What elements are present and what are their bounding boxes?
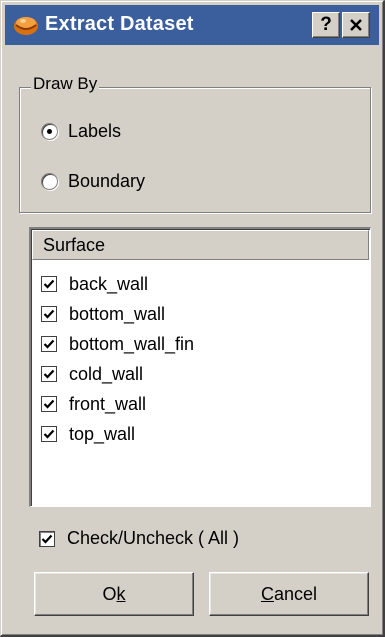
cancel-button[interactable]: Cancel bbox=[209, 572, 369, 616]
list-item[interactable]: front_wall bbox=[41, 389, 194, 419]
radio-boundary-label: Boundary bbox=[68, 171, 146, 191]
ok-button[interactable]: Ok bbox=[34, 572, 194, 616]
item-checkbox[interactable] bbox=[41, 426, 57, 442]
item-label: bottom_wall_fin bbox=[69, 333, 195, 354]
item-label: back_wall bbox=[69, 273, 149, 294]
checkmark-icon bbox=[43, 429, 55, 439]
item-checkbox[interactable] bbox=[41, 306, 57, 322]
title-bar[interactable]: Extract Dataset ? bbox=[5, 5, 379, 45]
question-mark-icon: ? bbox=[320, 14, 332, 35]
close-button[interactable] bbox=[342, 12, 370, 38]
item-checkbox[interactable] bbox=[41, 396, 57, 412]
radio-labels[interactable]: Labels bbox=[41, 121, 121, 142]
checkmark-icon bbox=[43, 279, 55, 289]
checkmark-icon bbox=[43, 309, 55, 319]
radio-button-checked[interactable] bbox=[41, 123, 58, 140]
radio-button-unchecked[interactable] bbox=[41, 173, 58, 190]
surface-items: back_wall bottom_wall bottom_wall_fin co… bbox=[41, 269, 194, 449]
checkmark-icon bbox=[41, 534, 53, 544]
cancel-label: Cancel bbox=[260, 584, 318, 604]
item-label: top_wall bbox=[69, 423, 136, 444]
checkmark-icon bbox=[43, 369, 55, 379]
list-item[interactable]: top_wall bbox=[41, 419, 194, 449]
app-icon bbox=[13, 13, 39, 37]
list-item[interactable]: bottom_wall bbox=[41, 299, 194, 329]
surface-listbox[interactable]: Surface back_wall bottom_wall bottom_wal… bbox=[29, 227, 371, 507]
item-label: front_wall bbox=[69, 393, 147, 414]
list-item[interactable]: cold_wall bbox=[41, 359, 194, 389]
radio-labels-label: Labels bbox=[68, 121, 122, 141]
ok-label: Ok bbox=[102, 584, 126, 604]
help-button[interactable]: ? bbox=[312, 12, 340, 38]
check-all-toggle[interactable]: Check/Uncheck ( All ) bbox=[39, 528, 239, 549]
check-all-label: Check/Uncheck ( All ) bbox=[67, 528, 240, 548]
draw-by-legend: Draw By bbox=[31, 74, 100, 94]
close-icon bbox=[349, 16, 363, 37]
draw-by-group bbox=[19, 87, 371, 213]
dialog-title: Extract Dataset bbox=[45, 13, 194, 35]
item-checkbox[interactable] bbox=[41, 366, 57, 382]
item-checkbox[interactable] bbox=[41, 276, 57, 292]
radio-boundary[interactable]: Boundary bbox=[41, 171, 145, 192]
list-item[interactable]: back_wall bbox=[41, 269, 194, 299]
surface-column-header[interactable]: Surface bbox=[32, 230, 369, 260]
list-item[interactable]: bottom_wall_fin bbox=[41, 329, 194, 359]
item-label: bottom_wall bbox=[69, 303, 166, 324]
item-label: cold_wall bbox=[69, 363, 144, 384]
checkmark-icon bbox=[43, 399, 55, 409]
item-checkbox[interactable] bbox=[41, 336, 57, 352]
check-all-checkbox[interactable] bbox=[39, 530, 55, 547]
extract-dataset-dialog: Extract Dataset ? Draw By Labels Boundar… bbox=[0, 0, 385, 637]
checkmark-icon bbox=[43, 339, 55, 349]
